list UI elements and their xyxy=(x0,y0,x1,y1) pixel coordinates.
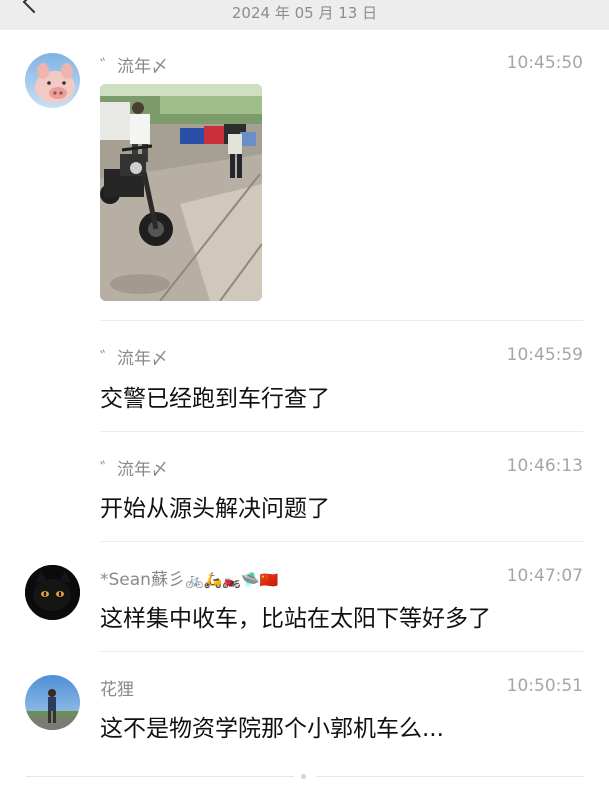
avatar-person[interactable] xyxy=(25,675,80,730)
message-time: 10:45:59 xyxy=(506,345,583,365)
sender-name: ゛流年〆 xyxy=(100,57,168,77)
sender-emoji-badges: 🚲🛵🏍️🛸🇨🇳 xyxy=(184,571,279,589)
message-photo[interactable] xyxy=(100,84,262,301)
bottom-divider-left xyxy=(26,776,294,777)
sender-name: ゛流年〆 xyxy=(100,460,168,480)
message-divider xyxy=(100,541,583,542)
date-header: 2024 年 05 月 13 日 xyxy=(231,4,378,22)
message-divider xyxy=(100,651,583,652)
message-time: 10:50:51 xyxy=(506,676,583,696)
message-text: 开始从源头解决问题了 xyxy=(100,496,330,522)
chat-history-screen: 2024 年 05 月 13 日 ゛流年〆 10:45:50 ゛流年〆 10:4… xyxy=(0,0,609,800)
message-time: 10:46:13 xyxy=(506,456,583,476)
chevron-left-icon[interactable] xyxy=(22,0,46,14)
message-text: 这样集中收车，比站在太阳下等好多了 xyxy=(100,606,491,632)
bottom-divider-right xyxy=(316,776,584,777)
bottom-divider-dot xyxy=(301,774,306,779)
sender-name: ゛流年〆 xyxy=(100,349,168,369)
sender-name: *Sean蘇彡🚲🛵🏍️🛸🇨🇳 xyxy=(100,570,279,590)
message-divider xyxy=(100,431,583,432)
sender-name: 花狸 xyxy=(100,680,134,700)
message-divider xyxy=(100,320,583,321)
avatar-pig[interactable] xyxy=(25,53,80,108)
message-time: 10:47:07 xyxy=(506,566,583,586)
message-text: 交警已经跑到车行查了 xyxy=(100,386,330,412)
date-header-bar: 2024 年 05 月 13 日 xyxy=(0,0,609,30)
avatar-black-cat[interactable] xyxy=(25,565,80,620)
message-time: 10:45:50 xyxy=(506,53,583,73)
message-text: 这不是物资学院那个小郭机车么... xyxy=(100,716,444,742)
